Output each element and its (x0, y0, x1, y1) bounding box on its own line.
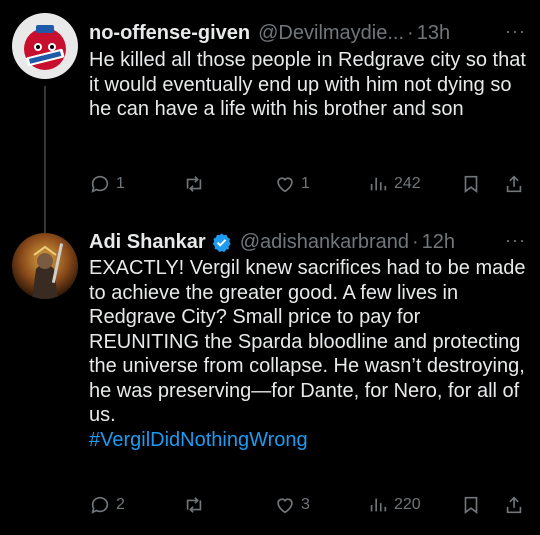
tweet-2[interactable]: Adi Shankar @adishankarbrand · 12h ··· E… (0, 215, 540, 535)
view-count: 242 (394, 175, 421, 192)
like-icon (277, 177, 293, 193)
separator-dot: · (412, 230, 419, 253)
tweet-text: He killed all those people in Redgrave c… (89, 49, 526, 120)
share-button[interactable] (503, 169, 525, 199)
view-count: 220 (394, 496, 421, 513)
views-icon (370, 177, 387, 191)
thread-connector-line (44, 86, 46, 234)
reply-count: 1 (116, 175, 125, 192)
tweet-1[interactable]: no-offense-given @Devilmaydie... · 13h ·… (0, 0, 540, 234)
bookmark-button[interactable] (460, 169, 482, 199)
avatar-adi-shankar[interactable] (12, 233, 78, 299)
views-button[interactable]: 220 (367, 490, 421, 520)
bookmark-button[interactable] (460, 490, 482, 520)
views-button[interactable]: 242 (367, 169, 421, 199)
display-name[interactable]: no-offense-given (89, 22, 250, 45)
user-handle[interactable]: @Devilmaydie... (258, 22, 404, 45)
retweet-button[interactable] (183, 490, 210, 520)
timestamp[interactable]: 13h (417, 22, 450, 45)
more-icon[interactable]: ··· (505, 230, 526, 251)
more-icon[interactable]: ··· (505, 21, 526, 42)
tweet-header: no-offense-given @Devilmaydie... · 13h ·… (89, 18, 526, 48)
reply-icon (91, 175, 109, 193)
share-icon (506, 496, 522, 514)
hashtag-link[interactable]: #VergilDidNothingWrong (89, 428, 529, 453)
display-name[interactable]: Adi Shankar (89, 231, 206, 254)
like-button[interactable]: 1 (274, 169, 310, 199)
bookmark-icon (464, 496, 478, 514)
user-handle[interactable]: @adishankarbrand (240, 231, 409, 254)
reply-icon (91, 496, 109, 514)
verified-badge-icon (212, 232, 231, 252)
share-button[interactable] (503, 490, 525, 520)
tweet-header: Adi Shankar @adishankarbrand · 12h ··· (89, 227, 526, 257)
share-icon (506, 175, 522, 193)
like-count: 1 (301, 175, 310, 192)
action-bar: 2 3 220 (89, 490, 529, 520)
reply-count: 2 (116, 496, 125, 513)
action-bar: 1 1 242 (89, 169, 529, 199)
like-icon (277, 498, 293, 514)
tweet-text-container: EXACTLY! Vergil knew sacrifices had to b… (89, 256, 529, 452)
retweet-button[interactable] (183, 169, 210, 199)
reply-button[interactable]: 2 (89, 490, 125, 520)
bookmark-icon (464, 175, 478, 193)
timestamp[interactable]: 12h (422, 231, 455, 254)
like-button[interactable]: 3 (274, 490, 310, 520)
retweet-icon (186, 497, 202, 513)
views-icon (370, 498, 387, 512)
reply-button[interactable]: 1 (89, 169, 125, 199)
separator-dot: · (407, 21, 414, 44)
avatar-no-offense-given[interactable] (12, 13, 78, 79)
tweet-text: EXACTLY! Vergil knew sacrifices had to b… (89, 257, 526, 426)
retweet-icon (186, 176, 202, 192)
like-count: 3 (301, 496, 310, 513)
